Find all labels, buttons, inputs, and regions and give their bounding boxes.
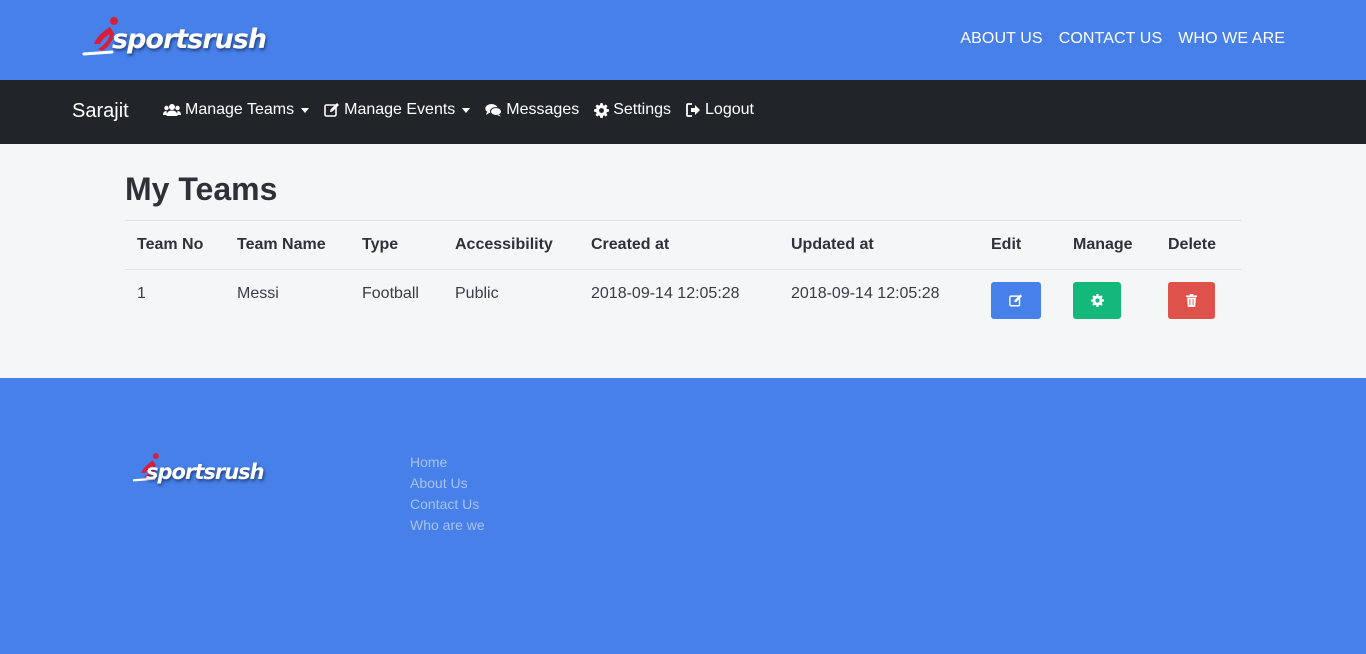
cell-manage bbox=[1061, 270, 1156, 330]
footer-link-contact-us[interactable]: Contact Us bbox=[410, 494, 485, 515]
column-header-updated-at: Updated at bbox=[779, 220, 979, 270]
cell-type: Football bbox=[362, 285, 419, 302]
nav-link-contact-us[interactable]: CONTACT US bbox=[1059, 30, 1163, 48]
edit-team-button[interactable] bbox=[991, 282, 1041, 319]
sign-out-icon bbox=[686, 103, 701, 117]
messages-label: Messages bbox=[506, 101, 580, 118]
footer-link-about-us[interactable]: About Us bbox=[410, 473, 485, 494]
column-header-type: Type bbox=[350, 220, 443, 270]
column-header-delete: Delete bbox=[1156, 220, 1241, 270]
chevron-down-icon bbox=[301, 107, 310, 113]
messages-link[interactable]: Messages bbox=[485, 101, 579, 119]
delete-team-button[interactable] bbox=[1168, 282, 1215, 319]
column-header-accessibility: Accessibility bbox=[443, 220, 579, 270]
logo-text: sportsrush bbox=[112, 24, 267, 55]
column-header-team-no: Team No bbox=[125, 220, 225, 270]
manage-teams-label: Manage Teams bbox=[185, 101, 295, 118]
cell-team-no: 1 bbox=[137, 285, 146, 302]
column-header-manage: Manage bbox=[1061, 220, 1156, 270]
cell-accessibility: Public bbox=[455, 285, 499, 302]
site-footer: sportsrush Home About Us Contact Us Who … bbox=[0, 378, 1366, 654]
navbar-menu: Manage Teams Manage Events Messages Sett… bbox=[163, 101, 754, 119]
user-navbar: Sarajit Manage Teams Manage Events Messa… bbox=[0, 80, 1366, 144]
top-nav: ABOUT US CONTACT US WHO WE ARE bbox=[960, 30, 1285, 48]
chevron-down-icon bbox=[462, 107, 471, 113]
manage-events-label: Manage Events bbox=[344, 101, 456, 118]
footer-link-home[interactable]: Home bbox=[410, 452, 485, 473]
user-name[interactable]: Sarajit bbox=[72, 100, 129, 123]
footer-links: Home About Us Contact Us Who are we bbox=[410, 452, 485, 536]
cell-updated-at: 2018-09-14 12:05:28 bbox=[791, 285, 940, 302]
cell-created-at: 2018-09-14 12:05:28 bbox=[591, 285, 740, 302]
manage-team-button[interactable] bbox=[1073, 282, 1121, 319]
logout-label: Logout bbox=[705, 101, 754, 118]
sportsrush-logo[interactable]: sportsrush bbox=[76, 14, 272, 66]
site-header: sportsrush ABOUT US CONTACT US WHO WE AR… bbox=[0, 0, 1366, 80]
manage-events-dropdown[interactable]: Manage Events bbox=[324, 101, 471, 119]
cell-edit bbox=[979, 270, 1061, 330]
footer-logo-text: sportsrush bbox=[146, 460, 265, 484]
footer-link-who-are-we[interactable]: Who are we bbox=[410, 515, 485, 536]
logout-link[interactable]: Logout bbox=[686, 101, 754, 119]
manage-teams-dropdown[interactable]: Manage Teams bbox=[163, 101, 310, 119]
footer-logo[interactable]: sportsrush bbox=[128, 450, 288, 490]
main-content: My Teams Team No Team Name Type Accessib… bbox=[0, 144, 1366, 378]
nav-link-who-we-are[interactable]: WHO WE ARE bbox=[1178, 30, 1285, 48]
teams-table: Team No Team Name Type Accessibility Cre… bbox=[125, 220, 1241, 330]
gear-icon bbox=[594, 102, 610, 118]
cell-team-name: Messi bbox=[237, 285, 279, 302]
gear-icon bbox=[1090, 294, 1104, 307]
comments-icon bbox=[485, 103, 503, 117]
users-icon bbox=[163, 103, 181, 117]
cell-delete bbox=[1156, 270, 1241, 330]
settings-label: Settings bbox=[613, 101, 672, 118]
edit-icon bbox=[1009, 294, 1023, 307]
trash-icon bbox=[1186, 294, 1197, 307]
column-header-created-at: Created at bbox=[579, 220, 779, 270]
column-header-edit: Edit bbox=[979, 220, 1061, 270]
page-title: My Teams bbox=[125, 171, 278, 207]
table-row: 1 Messi Football Public 2018-09-14 12:05… bbox=[125, 270, 1241, 330]
nav-link-about-us[interactable]: ABOUT US bbox=[960, 30, 1042, 48]
table-header-row: Team No Team Name Type Accessibility Cre… bbox=[125, 220, 1241, 270]
column-header-team-name: Team Name bbox=[225, 220, 350, 270]
settings-link[interactable]: Settings bbox=[594, 101, 671, 119]
edit-icon bbox=[324, 103, 340, 117]
